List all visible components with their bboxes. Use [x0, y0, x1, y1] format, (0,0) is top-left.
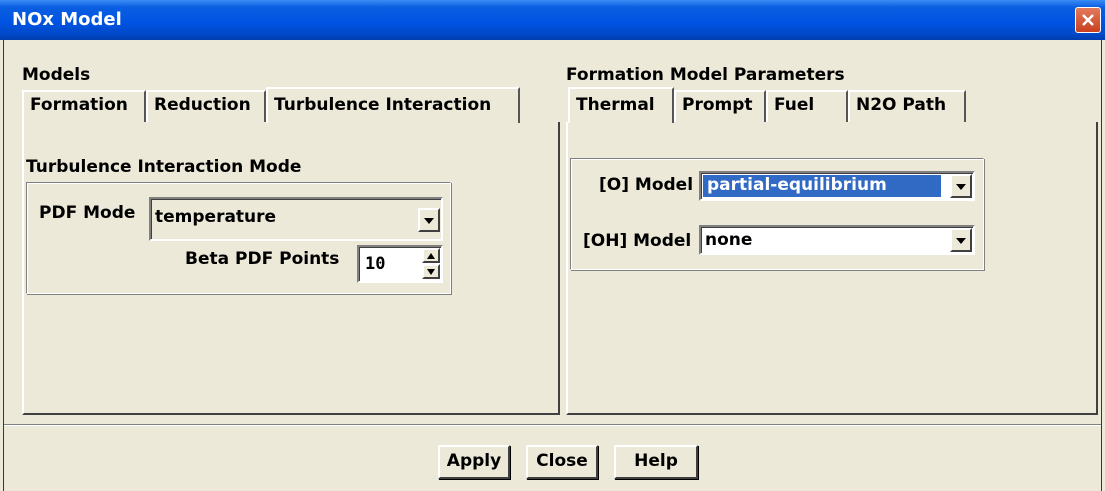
tab-prompt-label: Prompt	[682, 95, 753, 115]
o-model-label: [O] Model	[599, 175, 694, 195]
beta-pdf-points-stepper[interactable]: 10	[357, 245, 443, 283]
tab-formation-label: Formation	[30, 95, 128, 115]
spin-up-button[interactable]	[422, 248, 440, 263]
oh-model-value: none	[705, 230, 753, 250]
tab-formation[interactable]: Formation	[22, 90, 146, 122]
arrow-down-icon	[427, 269, 435, 275]
tab-fuel-label: Fuel	[774, 95, 815, 115]
beta-pdf-points-value: 10	[365, 254, 386, 274]
formation-tab-panel: [O] Model partial-equilibrium [OH] Model…	[566, 122, 1098, 415]
oh-model-select[interactable]: none	[699, 225, 975, 255]
pdf-mode-dropdown-button[interactable]	[418, 208, 440, 232]
window-title: NOx Model	[12, 9, 122, 30]
beta-pdf-points-label: Beta PDF Points	[185, 249, 340, 269]
o-model-value: partial-equilibrium	[703, 175, 941, 197]
pdf-mode-value: temperature	[155, 207, 277, 227]
oh-model-label: [OH] Model	[583, 231, 692, 251]
chevron-down-icon	[424, 218, 434, 224]
models-label: Models	[22, 65, 91, 85]
close-button[interactable]: Close	[526, 445, 598, 479]
tab-thermal[interactable]: Thermal	[568, 87, 674, 123]
oh-model-dropdown-button[interactable]	[950, 228, 972, 252]
button-separator	[4, 424, 1101, 426]
tab-reduction[interactable]: Reduction	[146, 90, 266, 122]
tab-fuel[interactable]: Fuel	[766, 90, 848, 122]
window-close-button[interactable]	[1075, 7, 1101, 33]
chevron-down-icon	[956, 184, 966, 190]
turbulence-mode-group: PDF Mode temperature Beta PDF Points 10	[26, 182, 451, 294]
tab-turbulence-interaction-label: Turbulence Interaction	[274, 95, 492, 115]
tab-thermal-label: Thermal	[576, 95, 655, 115]
dialog-body: Models Formation Reduction Turbulence In…	[3, 40, 1102, 491]
tab-n2o-path[interactable]: N2O Path	[848, 90, 966, 122]
spin-down-button[interactable]	[422, 264, 440, 279]
chevron-down-icon	[956, 238, 966, 244]
apply-button[interactable]: Apply	[438, 445, 510, 479]
o-model-dropdown-button[interactable]	[950, 174, 972, 198]
turbulence-mode-label: Turbulence Interaction Mode	[26, 157, 302, 177]
pdf-mode-label: PDF Mode	[39, 203, 136, 223]
o-model-select[interactable]: partial-equilibrium	[699, 171, 975, 201]
arrow-up-icon	[427, 253, 435, 259]
thermal-model-group: [O] Model partial-equilibrium [OH] Model…	[570, 158, 984, 270]
title-bar: NOx Model	[0, 0, 1105, 40]
tab-prompt[interactable]: Prompt	[674, 90, 766, 122]
close-icon	[1082, 14, 1094, 26]
tab-n2o-path-label: N2O Path	[856, 95, 947, 115]
pdf-mode-select[interactable]: temperature	[149, 197, 443, 241]
help-button[interactable]: Help	[614, 445, 698, 479]
tab-turbulence-interaction[interactable]: Turbulence Interaction	[266, 87, 520, 123]
models-tab-panel: Turbulence Interaction Mode PDF Mode tem…	[22, 122, 560, 415]
formation-params-label: Formation Model Parameters	[566, 65, 845, 85]
tab-reduction-label: Reduction	[154, 95, 251, 115]
